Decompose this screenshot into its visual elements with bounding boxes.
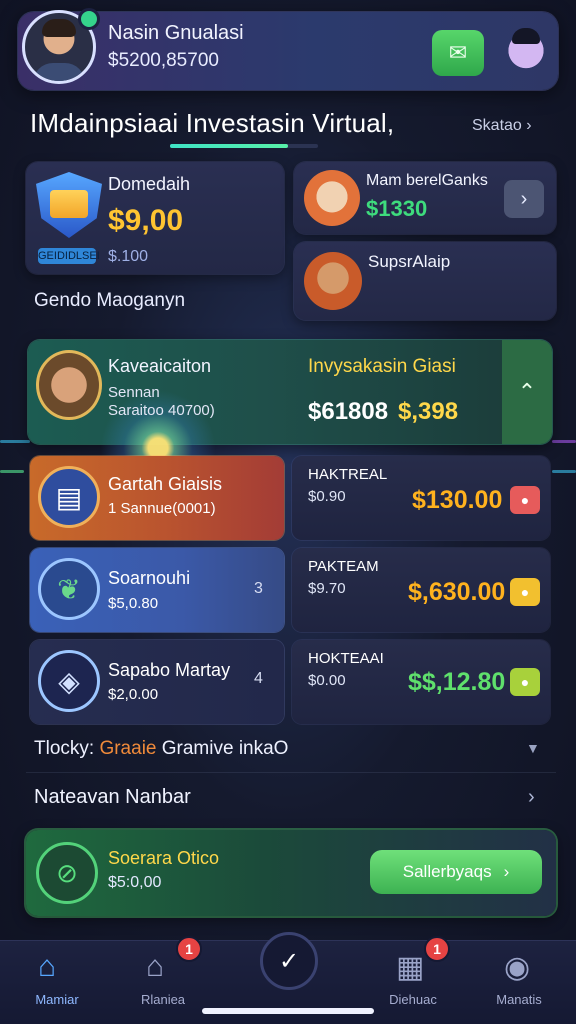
decor-streak (0, 440, 30, 443)
feature-avatar (36, 350, 102, 420)
check-icon: ✓ (278, 947, 300, 975)
home-icon[interactable]: ⌂ (38, 950, 56, 984)
tab-third[interactable]: Diehuac (358, 992, 468, 1007)
leaf-icon: ❦ (38, 558, 100, 620)
chevron-right-icon[interactable]: › (528, 786, 535, 809)
row-sub: $5,0.80 (108, 595, 159, 612)
member-avatar (304, 170, 360, 226)
chevron-right-icon: › (520, 187, 528, 210)
notification-badge: 1 (176, 936, 202, 962)
feature-label: Invysakasin Giasi (308, 356, 456, 377)
bank-icon[interactable]: ▦ (396, 950, 424, 985)
dominant-title: Domedaih (108, 174, 191, 194)
decor-streak (552, 470, 576, 473)
row-title: Sapabo Martay (108, 660, 231, 680)
row-number: 3 (254, 580, 263, 597)
feature-value-secondary: $,398 (398, 398, 459, 425)
house-icon[interactable]: ⌂ (146, 950, 164, 984)
row-sub: 1 Sannue(0001) (108, 500, 216, 517)
status-badge-icon: ● (510, 578, 540, 606)
member-name: Mam berelGanks (366, 172, 488, 189)
hint-rest: Gramive inkaO (156, 738, 289, 759)
row-right-sub: $9.70 (308, 580, 346, 597)
row-right-title: PAKTEAM (308, 558, 379, 575)
tab-home[interactable]: Mamiar (2, 992, 112, 1007)
see-all-link[interactable]: Skatao › (472, 117, 532, 135)
home-indicator (202, 1008, 374, 1014)
feature-sub1: Sennan (108, 384, 160, 401)
row-right-amount: $,630.00 (408, 578, 506, 606)
chevron-up-icon: ⌃ (517, 379, 537, 404)
tab-second[interactable]: Rlaniea (108, 992, 218, 1007)
row-title: Soarnouhi (108, 568, 191, 588)
profile-icon[interactable] (500, 22, 552, 74)
notification-badge: 1 (424, 936, 450, 962)
status-badge-icon: ● (510, 668, 540, 696)
user-name: Nasin Gnualasi (108, 22, 244, 44)
dominant-amount: $9,00 (108, 204, 184, 237)
promo-button-label: Sallerbyaqs (402, 862, 492, 881)
document-icon: ▤ (38, 466, 100, 528)
see-all-label: Skatao (472, 117, 522, 134)
section-title: IMdainpsiaai Investasin Virtual, (30, 108, 395, 138)
row-right-amount: $130.00 (412, 486, 503, 514)
status-badge-icon: ● (510, 486, 540, 514)
super-name: SupsrAlaip (368, 252, 451, 271)
row-right-title: HOKTEAAI (308, 650, 384, 667)
row-number: 4 (254, 670, 263, 687)
card-icon: ◈ (38, 650, 100, 712)
row-title: Gartah Giaisis (108, 474, 223, 494)
promo-sub: $5:0,00 (108, 874, 162, 891)
chat-button[interactable]: ✉ (432, 30, 484, 76)
hint-prefix: Tlocky: (34, 738, 100, 759)
caret-down-icon[interactable]: ▼ (526, 740, 540, 756)
feature-value-primary: $61808 (308, 398, 389, 425)
online-status-dot (78, 8, 100, 30)
shield-slash-icon: ⊘ (36, 842, 98, 904)
decor-streak (552, 440, 576, 443)
dominant-sub: $.100 (108, 248, 149, 265)
feature-title: Kaveaicaiton (108, 356, 212, 376)
chat-icon: ✉ (448, 40, 468, 65)
row-sub: $2,0.00 (108, 686, 159, 703)
section-progress-fill (170, 144, 288, 148)
tab-profile[interactable]: Manatis (464, 992, 574, 1007)
feature-expand-button[interactable]: ⌃ (502, 340, 552, 444)
divider (26, 772, 556, 773)
decor-streak (0, 470, 24, 473)
member-open-button[interactable]: › (504, 180, 544, 218)
chevron-right-icon: › (503, 862, 510, 881)
gold-bars-icon (50, 190, 88, 218)
row-right-sub: $0.90 (308, 488, 346, 505)
member-amount: $1330 (366, 196, 428, 221)
row-right-title: HAKTREAL (308, 466, 388, 483)
user-balance: $5200,85700 (108, 50, 219, 71)
chevron-right-icon: › (526, 117, 532, 134)
super-avatar (304, 252, 362, 310)
promo-action-button[interactable]: Sallerbyaqs › (370, 850, 542, 894)
row-right-sub: $0.00 (308, 672, 346, 689)
center-action-button[interactable]: ✓ (260, 932, 318, 990)
dominant-tag: GEIDIDLSEI (38, 248, 100, 264)
user-icon[interactable]: ◉ (504, 950, 530, 985)
hint-accent: Graaie (99, 738, 157, 759)
feature-sub2: Saraitoo 40700) (108, 402, 215, 419)
gendo-label: Gendo Maoganyn (34, 290, 186, 311)
promo-title: Soerara Otico (108, 848, 220, 868)
hint-text: Tlocky: Graaie Gramive inkaO (34, 738, 288, 760)
navigation-row-label[interactable]: Nateavan Nanbar (34, 786, 191, 809)
row-right-amount: $$,12.80 (408, 668, 506, 696)
